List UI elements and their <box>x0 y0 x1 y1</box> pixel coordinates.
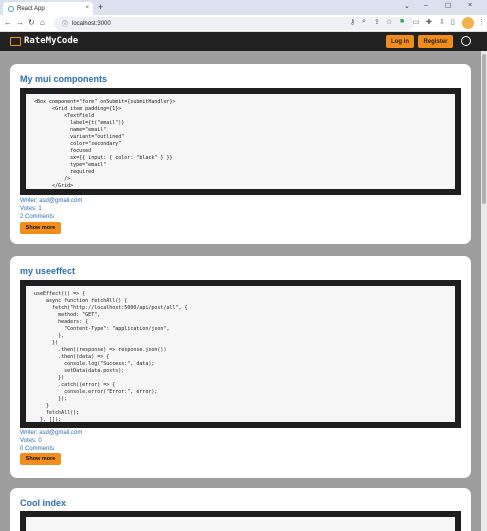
scrollbar-thumb[interactable] <box>482 54 486 204</box>
address-bar[interactable]: ⓘ localhost:3000 <box>54 17 414 30</box>
post-card: my useeffect useEffect(() => { async fun… <box>10 256 471 478</box>
register-button[interactable]: Register <box>418 35 453 48</box>
post-comments: 0 Comments <box>20 446 55 452</box>
extension-icon[interactable]: ■ <box>400 18 404 25</box>
downloads-icon[interactable]: ⇩ <box>439 18 445 26</box>
minimize-button[interactable]: – <box>424 2 428 9</box>
post-comments: 2 Comments <box>20 214 55 220</box>
post-votes: Votes: 1 <box>20 206 42 212</box>
terminal-icon <box>10 36 21 46</box>
post-title[interactable]: My mui components <box>20 74 107 84</box>
post-title[interactable]: my useeffect <box>20 266 75 276</box>
site-info-icon[interactable]: ⓘ <box>62 19 68 28</box>
code-block: useEffect(() => { async function fetchAl… <box>20 280 461 428</box>
key-icon[interactable]: ⚷ <box>350 18 355 26</box>
sidebar-icon[interactable]: ▭ <box>413 18 420 26</box>
post-writer: Writer: asd@gmail.com <box>20 430 83 436</box>
maximize-button[interactable]: ☐ <box>445 2 451 10</box>
code-content <box>26 517 455 531</box>
post-title[interactable]: Cool index <box>20 498 66 508</box>
brand-name: RateMyCode <box>24 36 79 46</box>
share-icon[interactable]: ⇪ <box>374 18 380 26</box>
bookmark-star-icon[interactable]: ☆ <box>386 18 392 26</box>
code-content: <Box component="form" onSubmit={submitHa… <box>26 94 455 189</box>
split-icon[interactable]: ▯ <box>451 18 455 26</box>
post-writer: Writer: asd@gmail.com <box>20 198 83 204</box>
browser-tab[interactable]: React App × <box>3 2 93 15</box>
code-content: useEffect(() => { async function fetchAl… <box>26 286 455 422</box>
post-votes: Votes: 0 <box>20 438 42 444</box>
browser-toolbar: ← → ↻ ⌂ ⓘ localhost:3000 ⚷ ⌕ ⇪ ☆ ■ ▭ ✚ ⇩… <box>0 15 487 32</box>
post-card: Cool index <box>10 488 471 531</box>
back-icon[interactable]: ← <box>4 18 12 27</box>
tab-close-icon[interactable]: × <box>85 5 89 11</box>
code-block <box>20 511 461 531</box>
reload-icon[interactable]: ↻ <box>28 18 35 27</box>
tab-search-icon[interactable]: ⌄ <box>404 2 410 10</box>
show-more-button[interactable]: Show more <box>20 453 61 465</box>
url-text: localhost:3000 <box>72 20 111 27</box>
zoom-icon[interactable]: ⌕ <box>362 18 366 26</box>
menu-dots-icon[interactable]: ⋮ <box>478 18 485 26</box>
new-tab-button[interactable]: + <box>98 2 103 12</box>
browser-tab-strip: React App × + ⌄ – ☐ × <box>0 0 487 15</box>
forward-icon[interactable]: → <box>16 18 24 27</box>
close-window-button[interactable]: × <box>468 2 472 9</box>
brand-logo[interactable]: RateMyCode <box>10 36 78 46</box>
language-globe-icon[interactable] <box>461 36 471 46</box>
home-icon[interactable]: ⌂ <box>40 18 45 27</box>
extensions-puzzle-icon[interactable]: ✚ <box>426 18 432 26</box>
login-button[interactable]: Log in <box>386 35 414 48</box>
show-more-button[interactable]: Show more <box>20 222 61 234</box>
tab-title: React App <box>17 5 45 12</box>
page-scrollbar[interactable] <box>481 51 487 531</box>
app-header: RateMyCode Log in Register <box>0 32 487 51</box>
post-card: My mui components <Box component="form" … <box>10 64 471 244</box>
react-favicon-icon <box>8 5 14 12</box>
code-block: <Box component="form" onSubmit={submitHa… <box>20 88 461 195</box>
profile-avatar[interactable] <box>462 17 474 29</box>
